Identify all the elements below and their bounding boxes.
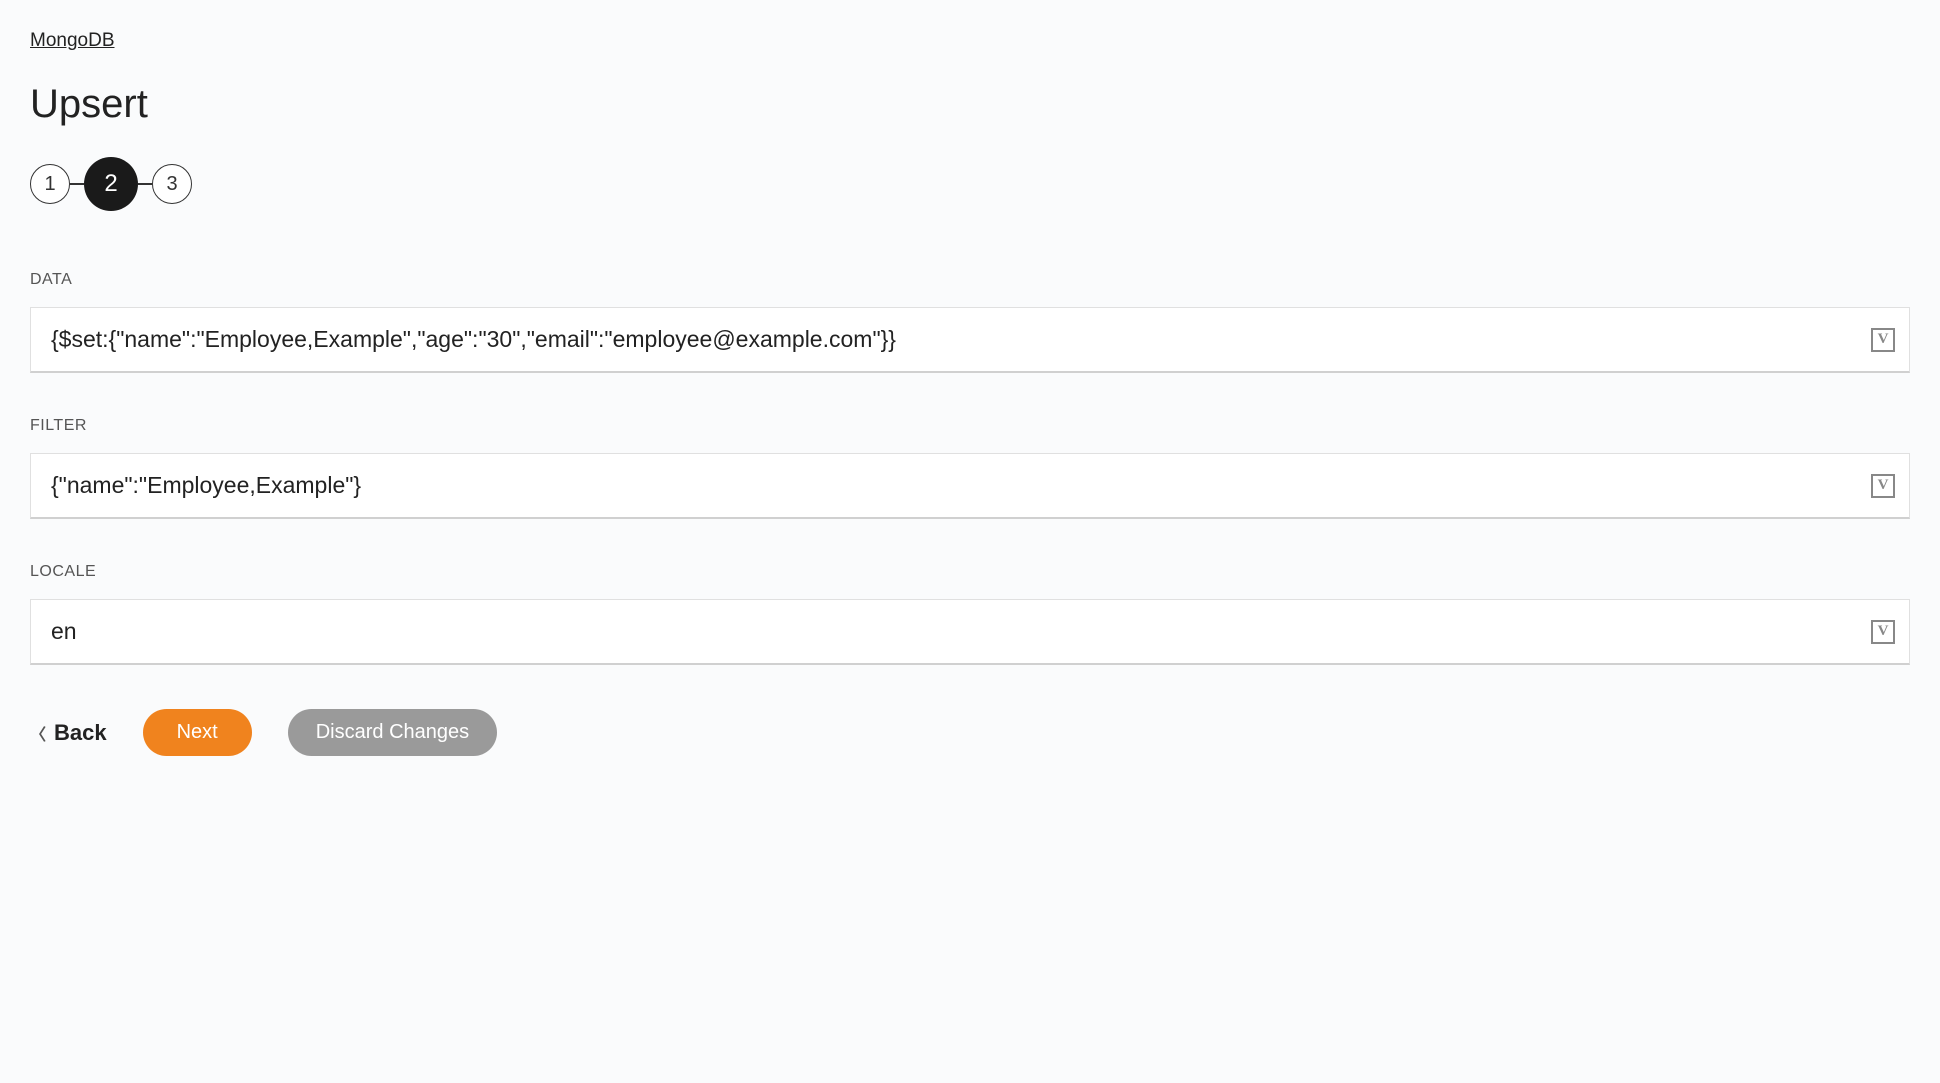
- next-button[interactable]: Next: [143, 709, 252, 756]
- discard-changes-button[interactable]: Discard Changes: [288, 709, 497, 756]
- locale-input[interactable]: [45, 600, 1871, 663]
- locale-field-group: LOCALE V: [30, 563, 1910, 665]
- stepper: 1 2 3: [30, 157, 1910, 211]
- step-connector: [138, 183, 152, 185]
- step-3[interactable]: 3: [152, 164, 192, 204]
- chevron-left-icon: 〈: [30, 721, 46, 745]
- variable-icon[interactable]: V: [1871, 620, 1895, 644]
- variable-icon[interactable]: V: [1871, 328, 1895, 352]
- button-row: 〈 Back Next Discard Changes: [30, 709, 1910, 756]
- back-button[interactable]: 〈 Back: [30, 720, 107, 746]
- locale-label: LOCALE: [30, 563, 1910, 581]
- data-input-wrapper: V: [30, 307, 1910, 373]
- variable-icon[interactable]: V: [1871, 474, 1895, 498]
- page-title: Upsert: [30, 82, 1910, 127]
- filter-input-wrapper: V: [30, 453, 1910, 519]
- filter-input[interactable]: [45, 454, 1871, 517]
- data-field-group: DATA V: [30, 271, 1910, 373]
- filter-field-group: FILTER V: [30, 417, 1910, 519]
- filter-label: FILTER: [30, 417, 1910, 435]
- step-2[interactable]: 2: [84, 157, 138, 211]
- data-label: DATA: [30, 271, 1910, 289]
- back-button-label: Back: [54, 720, 107, 746]
- locale-input-wrapper: V: [30, 599, 1910, 665]
- data-input[interactable]: [45, 308, 1871, 371]
- step-1[interactable]: 1: [30, 164, 70, 204]
- step-connector: [70, 183, 84, 185]
- breadcrumb-link[interactable]: MongoDB: [30, 30, 115, 52]
